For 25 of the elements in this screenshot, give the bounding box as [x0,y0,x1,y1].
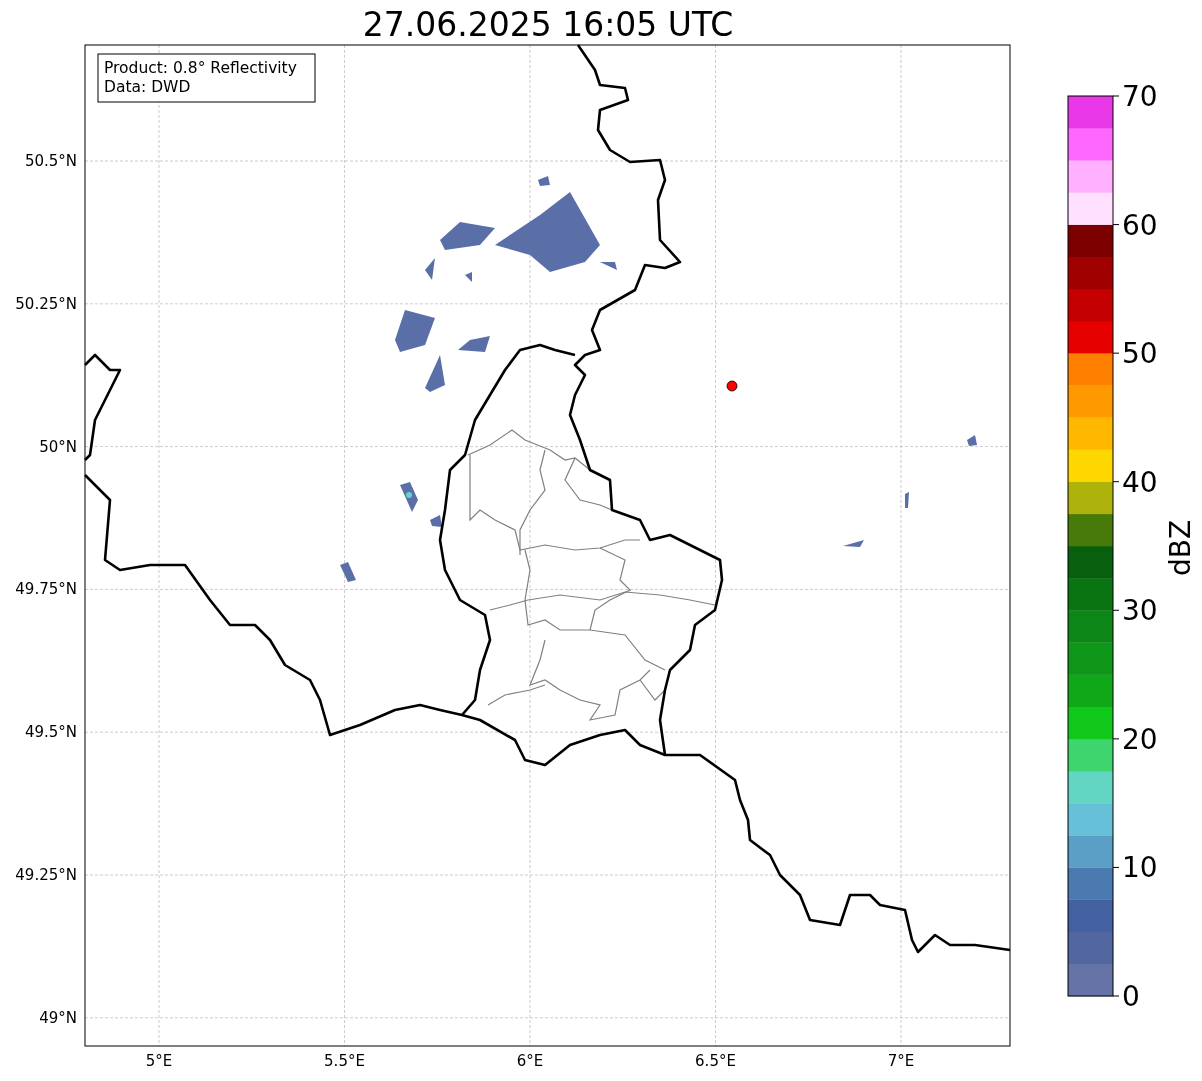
axis-tick-label: 5.5°E [324,1052,365,1070]
location-marker [726,380,738,392]
axis-tick-label: 6.5°E [695,1052,736,1070]
colorbar-tick-label: 70 [1122,80,1158,113]
chart-title: 27.06.2025 16:05 UTC [362,5,734,44]
colorbar-tick-label: 0 [1122,980,1140,1013]
colorbar-label: dBZ [1164,519,1197,577]
colorbar-tick-label: 10 [1122,851,1158,885]
colorbar-tick-label: 60 [1122,208,1158,242]
colorbar-tick-label: 50 [1122,337,1158,371]
axis-tick-label: 49.25°N [15,866,77,884]
colorbar-tick-label: 20 [1122,722,1158,756]
axis-tick-label: 50°N [39,437,77,456]
axis-tick-label: 49.5°N [24,723,77,742]
axis-tick-label: 6°E [516,1052,544,1070]
axis-tick-label: 49.75°N [15,580,77,599]
colorbar-tick-label: 30 [1122,594,1158,628]
axis-tick-label: 50.5°N [24,152,77,170]
info-text: Product: 0.8° Reflectivity [104,59,297,77]
info-text: Data: DWD [104,78,191,96]
axis-tick-label: 7°E [887,1052,915,1070]
axis-tick-label: 50.25°N [15,294,77,313]
axis-tick-label: 5°E [145,1052,173,1070]
axis-tick-label: 49°N [39,1008,77,1027]
colorbar-tick-label: 40 [1122,465,1158,499]
